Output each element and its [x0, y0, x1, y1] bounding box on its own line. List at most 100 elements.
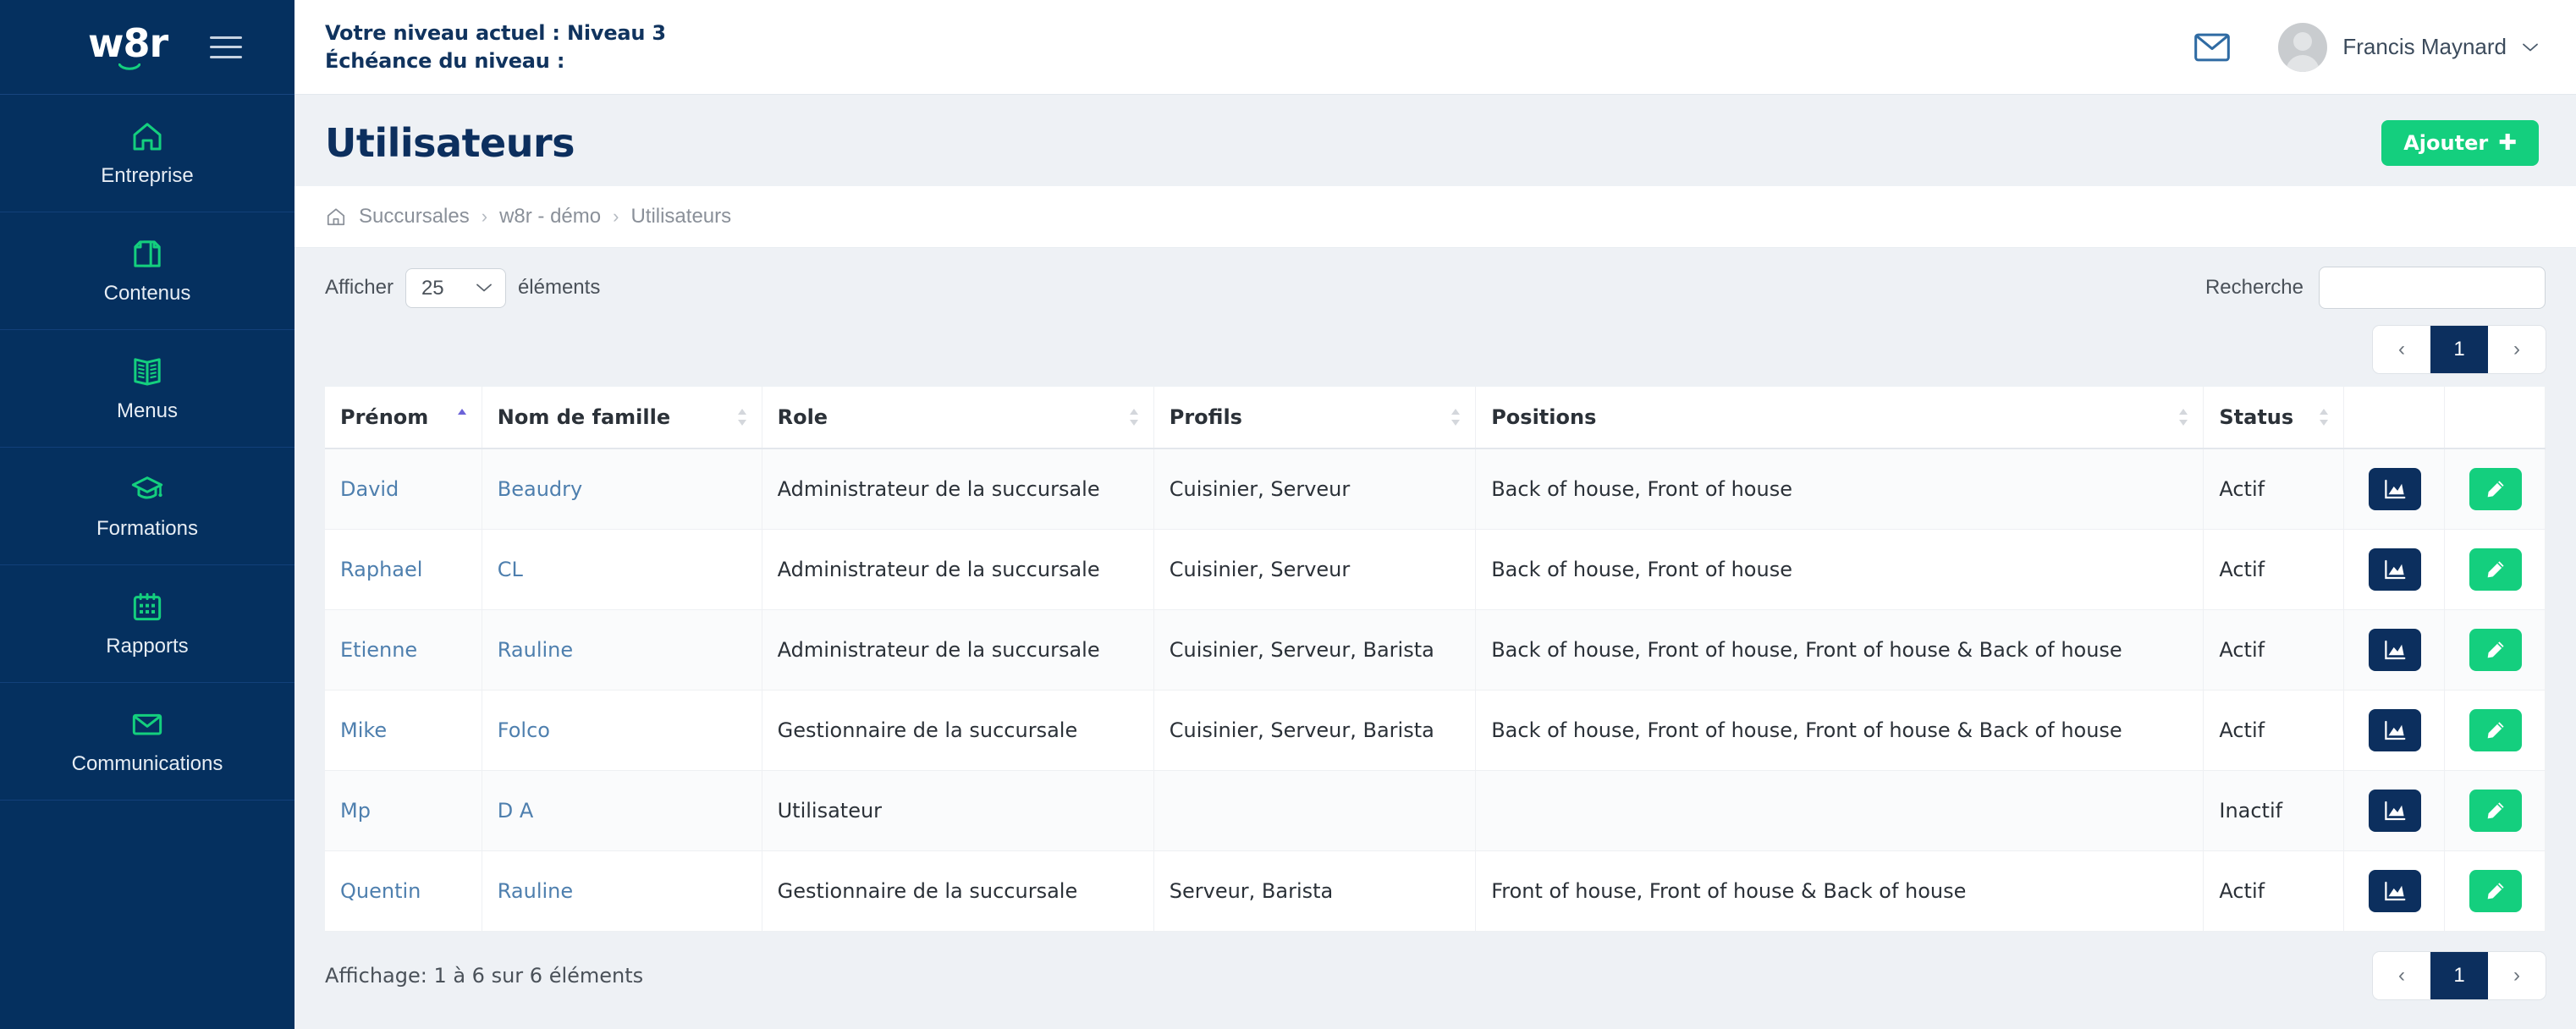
page-length-select[interactable]: 102550100 [405, 267, 506, 308]
cell-profils: Cuisinier, Serveur [1153, 448, 1477, 530]
user-first-name-link[interactable]: Raphael [340, 558, 422, 581]
add-user-button[interactable]: Ajouter ✚ [2381, 120, 2539, 166]
sidebar-item-label: Formations [96, 516, 199, 540]
search-label: Recherche [2204, 276, 2304, 299]
app-root: w8r Entreprise Contenus Menus Formations… [0, 0, 2576, 1029]
user-last-name-link[interactable]: Folco [498, 718, 550, 742]
sidebar-item-formations[interactable]: Formations [0, 448, 294, 565]
edit-user-button[interactable] [2469, 870, 2522, 912]
documents-icon [134, 239, 161, 267]
sort-ascending-icon [457, 409, 466, 415]
pagination-page-1-button[interactable]: 1 [2430, 326, 2488, 373]
sidebar-item-rapports[interactable]: Rapports [0, 565, 294, 683]
logo[interactable]: w8r [88, 24, 168, 71]
sidebar-item-communications[interactable]: Communications [0, 683, 294, 801]
pencil-icon [2487, 481, 2504, 498]
column-header-nom-de-famille[interactable]: Nom de famille [482, 387, 762, 449]
user-first-name-link[interactable]: David [340, 477, 399, 501]
cell-chart-action [2343, 850, 2445, 932]
column-header-status[interactable]: Status [2203, 387, 2344, 449]
cell-edit-action [2444, 609, 2546, 691]
edit-user-button[interactable] [2469, 548, 2522, 591]
column-header-profils[interactable]: Profils [1153, 387, 1477, 449]
view-stats-button[interactable] [2368, 468, 2421, 510]
users-table: Prénom Nom de famille Role Profils Posit… [325, 387, 2546, 932]
calendar-icon [133, 592, 162, 620]
cell-nom: CL [482, 529, 762, 610]
cell-profils [1153, 770, 1477, 851]
column-header-role[interactable]: Role [762, 387, 1154, 449]
edit-user-button[interactable] [2469, 790, 2522, 832]
user-first-name-link[interactable]: Mp [340, 799, 371, 823]
pagination-next-button[interactable]: › [2488, 326, 2546, 373]
cell-nom: Rauline [482, 609, 762, 691]
cell-role: Utilisateur [762, 770, 1154, 851]
chart-icon [2385, 640, 2406, 660]
user-last-name-link[interactable]: Rauline [498, 638, 573, 662]
breadcrumb-item-succursales[interactable]: Succursales [359, 205, 470, 228]
pagination-prev-button[interactable]: ‹ [2373, 952, 2430, 999]
pagination-page-1-button[interactable]: 1 [2430, 952, 2488, 999]
chevron-down-icon [2523, 43, 2538, 51]
edit-user-button[interactable] [2469, 629, 2522, 671]
user-first-name-link[interactable]: Mike [340, 718, 387, 742]
sidebar-item-entreprise[interactable]: Entreprise [0, 95, 294, 212]
user-first-name-link[interactable]: Quentin [340, 879, 421, 903]
cell-edit-action [2444, 448, 2546, 530]
table-head: Prénom Nom de famille Role Profils Posit… [325, 387, 2546, 449]
edit-user-button[interactable] [2469, 709, 2522, 751]
table-body: David Beaudry Administrateur de la succurs… [325, 448, 2546, 932]
edit-user-button[interactable] [2469, 468, 2522, 510]
cell-prenom: David [325, 448, 482, 530]
cell-prenom: Quentin [325, 850, 482, 932]
table-area: Afficher 102550100 éléments Recherche [294, 248, 2576, 1029]
view-stats-button[interactable] [2368, 870, 2421, 912]
level-deadline-text: Échéance du niveau : [325, 48, 565, 73]
page-title: Utilisateurs [325, 120, 575, 166]
pagination: ‹ 1 › [2373, 326, 2546, 373]
view-stats-button[interactable] [2368, 548, 2421, 591]
cell-chart-action [2343, 770, 2445, 851]
column-header-edit-action [2444, 387, 2546, 449]
sidebar: w8r Entreprise Contenus Menus Formations… [0, 0, 294, 1029]
sidebar-item-contenus[interactable]: Contenus [0, 212, 294, 330]
view-stats-button[interactable] [2368, 709, 2421, 751]
user-last-name-link[interactable]: CL [498, 558, 523, 581]
home-icon[interactable] [325, 206, 347, 228]
view-stats-button[interactable] [2368, 629, 2421, 671]
user-last-name-link[interactable]: D A [498, 799, 534, 823]
cell-status: Actif [2203, 690, 2344, 771]
user-last-name-link[interactable]: Beaudry [498, 477, 582, 501]
user-last-name-link[interactable]: Rauline [498, 879, 573, 903]
search-control: Recherche [2205, 267, 2546, 309]
table-row: Quentin Rauline Gestionnaire de la succurs… [325, 850, 2546, 932]
chart-icon [2385, 479, 2406, 499]
pagination-next-button[interactable]: › [2488, 952, 2546, 999]
content-panel: Succursales › w8r - démo › Utilisateurs … [294, 186, 2576, 1029]
logo-text: w8r [88, 19, 168, 66]
column-header-positions[interactable]: Positions [1475, 387, 2204, 449]
cell-nom: Rauline [482, 850, 762, 932]
breadcrumb-separator: › [481, 206, 488, 227]
user-menu[interactable]: Francis Maynard [2278, 22, 2539, 72]
main-area: Votre niveau actuel : Niveau 3 Échéance … [294, 0, 2576, 1029]
cell-prenom: Raphael [325, 529, 482, 610]
cell-role: Gestionnaire de la succursale [762, 850, 1154, 932]
breadcrumb-item-w8r-demo[interactable]: w8r - démo [499, 205, 601, 228]
column-header-chart-action [2343, 387, 2445, 449]
table-row: Etienne Rauline Administrateur de la succu… [325, 609, 2546, 691]
cell-positions [1475, 770, 2204, 851]
user-first-name-link[interactable]: Etienne [340, 638, 417, 662]
envelope-icon[interactable] [2193, 33, 2231, 62]
cell-chart-action [2343, 690, 2445, 771]
pagination-prev-button[interactable]: ‹ [2373, 326, 2430, 373]
logo-smile-icon [118, 63, 141, 70]
cell-profils: Cuisinier, Serveur, Barista [1153, 609, 1477, 691]
table-row: Raphael CL Administrateur de la succursale… [325, 529, 2546, 610]
sidebar-item-menus[interactable]: Menus [0, 330, 294, 448]
cell-profils: Cuisinier, Serveur [1153, 529, 1477, 610]
search-input[interactable] [2319, 267, 2546, 309]
view-stats-button[interactable] [2368, 790, 2421, 832]
column-header-prenom[interactable]: Prénom [325, 387, 482, 449]
hamburger-icon[interactable] [210, 36, 242, 58]
